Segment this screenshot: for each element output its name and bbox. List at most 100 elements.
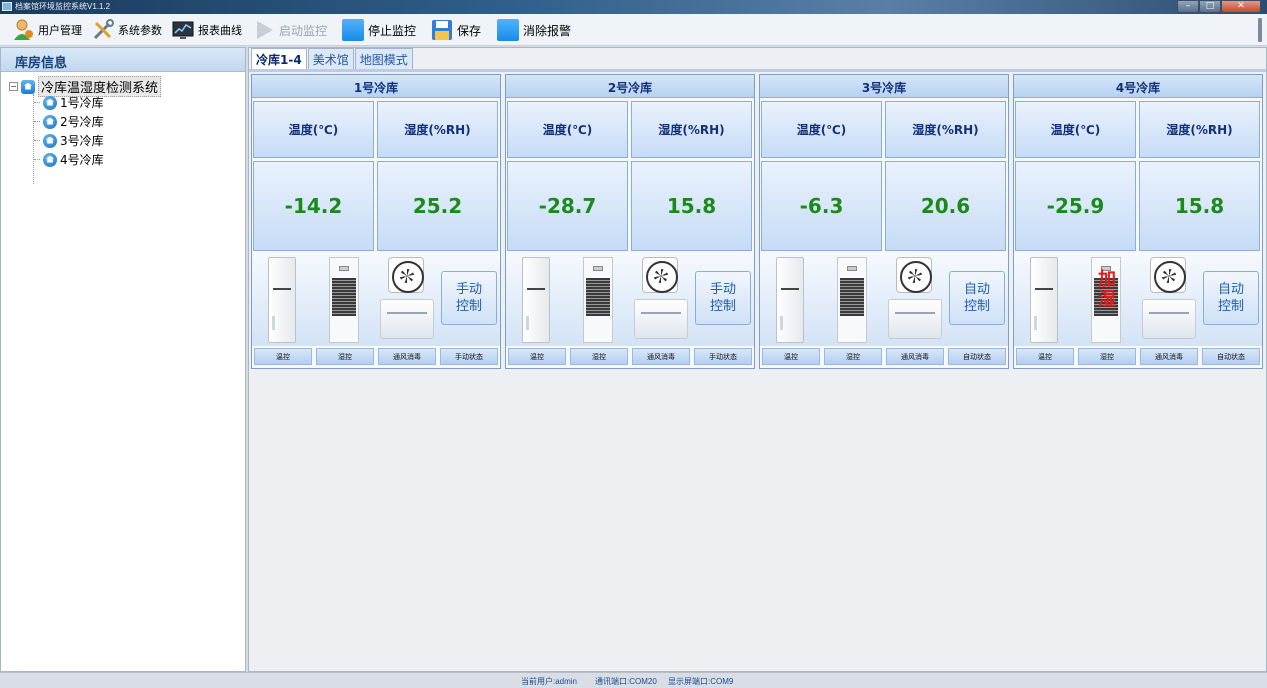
start-monitor-button[interactable]: 启动监控: [253, 18, 327, 42]
air-conditioner-icon[interactable]: [776, 257, 804, 343]
dehumidifier-icon[interactable]: 加 湿: [1091, 257, 1121, 343]
status-humid-control: 湿控: [570, 348, 628, 365]
equipment-panel: 手动 控制: [506, 253, 754, 346]
tree-item-room-4[interactable]: 4号冷库: [34, 151, 104, 168]
window-title: 档案馆环境监控系统V1.1.2: [15, 2, 111, 11]
tab-cold-storage-1-4[interactable]: 冷库1-4: [251, 48, 307, 70]
status-ventilation: 通风消毒: [886, 348, 944, 365]
status-ventilation: 通风消毒: [632, 348, 690, 365]
minimize-button[interactable]: –: [1177, 0, 1199, 13]
status-ventilation: 通风消毒: [1140, 348, 1198, 365]
control-mode-button[interactable]: 自动 控制: [949, 271, 1005, 325]
user-management-button[interactable]: 用户管理: [12, 18, 82, 42]
home-icon: [43, 95, 57, 110]
air-conditioner-icon[interactable]: [1030, 257, 1058, 343]
dehumidifier-icon[interactable]: [583, 257, 613, 343]
temperature-label: 温度(℃): [1015, 101, 1136, 158]
tree-item-room-3[interactable]: 3号冷库: [34, 132, 104, 149]
temperature-value: -25.9: [1015, 161, 1136, 251]
current-user: 当前用户:admin: [521, 677, 578, 686]
sidebar: 库房信息 − 冷库温湿度检测系统 1号冷库 2号冷库 3号冷库 4号冷库: [0, 47, 246, 672]
status-row: 温控 湿控 通风消毒 自动状态: [760, 346, 1008, 367]
fan-icon[interactable]: [642, 257, 678, 293]
room-panel-4: 4号冷库 温度(℃) 湿度(%RH) -25.9 15.8 加 湿 自动 控制 …: [1013, 74, 1263, 369]
temperature-label: 温度(℃): [761, 101, 882, 158]
comm-port: 通讯端口:COM20: [595, 677, 657, 686]
status-row: 温控 湿控 通风消毒 自动状态: [1014, 346, 1262, 367]
room-tree: − 冷库温湿度检测系统 1号冷库 2号冷库 3号冷库 4号冷库: [1, 72, 245, 184]
room-panel-1: 1号冷库 温度(℃) 湿度(%RH) -14.2 25.2 手动 控制 温控 湿…: [251, 74, 501, 369]
disinfection-unit-icon[interactable]: [634, 299, 688, 339]
toolbar-grip[interactable]: [1258, 18, 1262, 42]
system-params-button[interactable]: 系统参数: [92, 18, 162, 42]
equipment-panel: 手动 控制: [252, 253, 500, 346]
air-conditioner-icon[interactable]: [268, 257, 296, 343]
room-title: 1号冷库: [252, 75, 500, 98]
room-title: 4号冷库: [1014, 75, 1262, 98]
status-bar: 当前用户:admin 通讯端口:COM20 显示屏端口:COM9: [0, 672, 1267, 688]
title-bar: 档案馆环境监控系统V1.1.2 – □ ✕: [0, 0, 1267, 14]
maximize-button[interactable]: □: [1199, 0, 1221, 13]
alarm-clear-icon: [497, 19, 519, 41]
humidity-value: 20.6: [885, 161, 1006, 251]
tree-item-room-1[interactable]: 1号冷库: [34, 94, 104, 111]
disinfection-unit-icon[interactable]: [1142, 299, 1196, 339]
temperature-value: -6.3: [761, 161, 882, 251]
disinfection-unit-icon[interactable]: [380, 299, 434, 339]
status-mode: 手动状态: [440, 348, 498, 365]
temperature-label: 温度(℃): [507, 101, 628, 158]
temperature-value: -28.7: [507, 161, 628, 251]
humidity-value: 15.8: [1139, 161, 1260, 251]
fan-icon[interactable]: [1150, 257, 1186, 293]
status-temp-control: 温控: [1016, 348, 1074, 365]
home-icon: [43, 114, 57, 129]
fan-icon[interactable]: [388, 257, 424, 293]
air-conditioner-icon[interactable]: [522, 257, 550, 343]
report-curve-button[interactable]: 报表曲线: [172, 18, 242, 42]
room-panel-3: 3号冷库 温度(℃) 湿度(%RH) -6.3 20.6 自动 控制 温控 湿控…: [759, 74, 1009, 369]
control-mode-button[interactable]: 手动 控制: [695, 271, 751, 325]
tree-item-room-2[interactable]: 2号冷库: [34, 113, 104, 130]
home-icon: [43, 133, 57, 148]
display-port: 显示屏端口:COM9: [668, 677, 734, 686]
save-button[interactable]: 保存: [431, 18, 481, 42]
equipment-panel: 自动 控制: [760, 253, 1008, 346]
temperature-label: 温度(℃): [253, 101, 374, 158]
tab-map-mode[interactable]: 地图模式: [354, 48, 413, 70]
humidity-label: 湿度(%RH): [1139, 101, 1260, 158]
tab-bar: 冷库1-4 美术馆 地图模式: [251, 48, 414, 70]
humidity-label: 湿度(%RH): [377, 101, 498, 158]
control-mode-button[interactable]: 手动 控制: [441, 271, 497, 325]
user-icon: [12, 19, 34, 41]
disinfection-unit-icon[interactable]: [888, 299, 942, 339]
status-humid-control: 湿控: [1078, 348, 1136, 365]
save-icon: [431, 19, 453, 41]
tab-art-museum[interactable]: 美术馆: [307, 48, 354, 70]
status-mode: 自动状态: [1202, 348, 1260, 365]
sidebar-header: 库房信息: [1, 48, 245, 72]
room-title: 2号冷库: [506, 75, 754, 98]
room-title: 3号冷库: [760, 75, 1008, 98]
home-icon: [21, 79, 35, 94]
clear-alarm-button[interactable]: 消除报警: [497, 18, 571, 42]
control-mode-button[interactable]: 自动 控制: [1203, 271, 1259, 325]
close-button[interactable]: ✕: [1221, 0, 1261, 13]
fan-icon[interactable]: [896, 257, 932, 293]
play-icon: [253, 19, 275, 41]
monitor-chart-icon: [172, 19, 194, 41]
status-row: 温控 湿控 通风消毒 手动状态: [506, 346, 754, 367]
stop-monitor-button[interactable]: 停止监控: [342, 18, 416, 42]
status-ventilation: 通风消毒: [378, 348, 436, 365]
status-row: 温控 湿控 通风消毒 手动状态: [252, 346, 500, 367]
main-area: 冷库1-4 美术馆 地图模式 1号冷库 温度(℃) 湿度(%RH) -14.2 …: [248, 47, 1267, 672]
humidity-label: 湿度(%RH): [885, 101, 1006, 158]
collapse-icon[interactable]: −: [9, 82, 18, 91]
room-panel-2: 2号冷库 温度(℃) 湿度(%RH) -28.7 15.8 手动 控制 温控 湿…: [505, 74, 755, 369]
dehumidifier-icon[interactable]: [329, 257, 359, 343]
status-mode: 手动状态: [694, 348, 752, 365]
stop-icon: [342, 19, 364, 41]
status-humid-control: 湿控: [316, 348, 374, 365]
dehumidifier-icon[interactable]: [837, 257, 867, 343]
tab-strip: [249, 69, 1266, 72]
equipment-panel: 加 湿 自动 控制: [1014, 253, 1262, 346]
